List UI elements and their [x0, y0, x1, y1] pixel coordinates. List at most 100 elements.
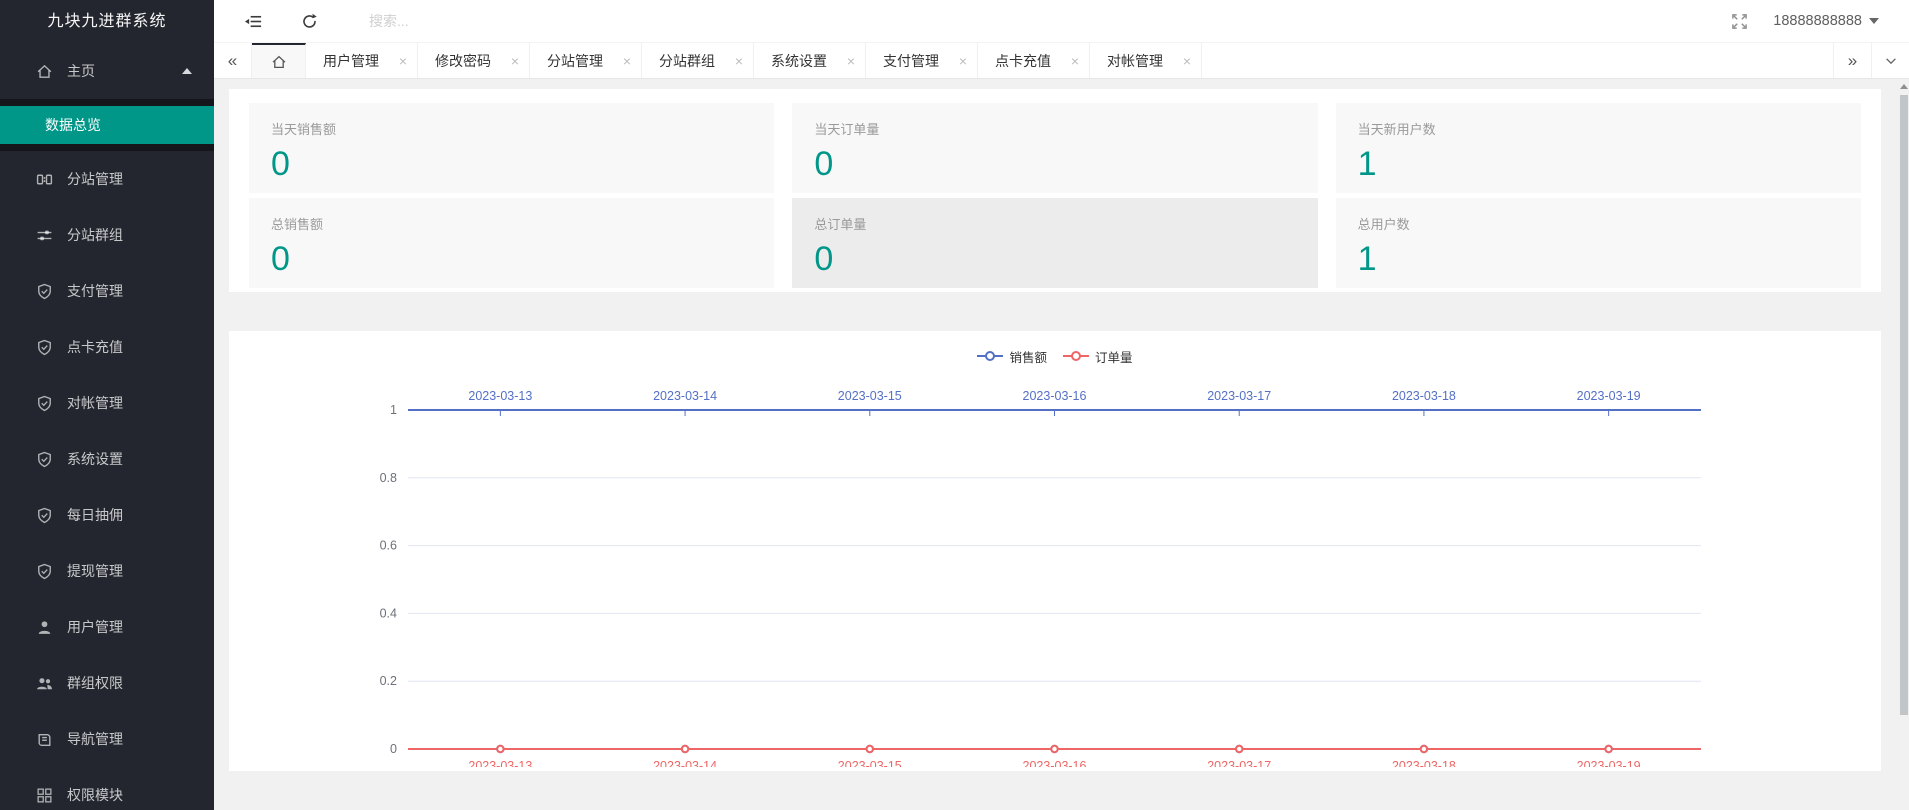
tab-label: 用户管理: [323, 52, 379, 69]
tab-list: 用户管理 × 修改密码 × 分站管理 × 分站群组 × 系统设置 × 支付管理 × 点卡充值 × 对帐管理 ×: [306, 43, 1202, 78]
bottom-x-axis-date-label: 2023-03-13: [468, 759, 532, 767]
stat-card-today-orders[interactable]: 当天订单量 0: [792, 103, 1318, 193]
tab-user-management[interactable]: 用户管理 ×: [306, 43, 418, 78]
sidebar-item-label: 主页: [67, 63, 95, 79]
sidebar-item-label: 用户管理: [67, 619, 123, 635]
sliders-icon: [36, 227, 53, 244]
sidebar-item-label: 分站管理: [67, 171, 123, 187]
sidebar-item-home[interactable]: 主页: [0, 43, 214, 99]
tab-close-icon[interactable]: ×: [959, 54, 967, 68]
chart-legend: 销售额 订单量: [229, 331, 1881, 367]
tab-close-icon[interactable]: ×: [511, 54, 519, 68]
sidebar-item-user-management[interactable]: 用户管理: [0, 599, 214, 655]
search-input[interactable]: [369, 13, 609, 29]
user-icon: [36, 619, 53, 636]
data-point-orders[interactable]: [496, 744, 505, 754]
shield-check-icon: [36, 339, 53, 356]
tab-label: 分站群组: [659, 52, 715, 69]
expanded-arrow-icon: [182, 68, 192, 74]
tabs-scroll-left-button[interactable]: «: [214, 43, 252, 78]
tab-payment-management[interactable]: 支付管理 ×: [866, 43, 978, 78]
y-axis-label: 1: [390, 403, 397, 417]
tab-close-icon[interactable]: ×: [847, 54, 855, 68]
scrollbar-up-button[interactable]: [1899, 79, 1909, 93]
data-point-orders[interactable]: [1235, 744, 1244, 754]
tab-card-recharge[interactable]: 点卡充值 ×: [978, 43, 1090, 78]
tab-substation-groups[interactable]: 分站群组 ×: [642, 43, 754, 78]
user-account-dropdown[interactable]: 18888888888: [1773, 13, 1879, 29]
data-point-orders[interactable]: [680, 744, 690, 754]
tab-substation-management[interactable]: 分站管理 ×: [530, 43, 642, 78]
refresh-button[interactable]: [289, 0, 329, 43]
tab-change-password[interactable]: 修改密码 ×: [418, 43, 530, 78]
legend-item-sales[interactable]: 销售额: [977, 347, 1047, 366]
stat-label: 当天销售额: [271, 122, 337, 137]
y-axis-label: 0.4: [380, 606, 397, 620]
scrollbar-thumb[interactable]: [1900, 95, 1908, 715]
sidebar-item-system-settings[interactable]: 系统设置: [0, 431, 214, 487]
refresh-icon: [302, 13, 317, 28]
tab-close-icon[interactable]: ×: [623, 54, 631, 68]
shield-check-icon: [36, 283, 53, 300]
tabs-scroll-right-button[interactable]: »: [1833, 43, 1871, 78]
sidebar-item-withdrawal-management[interactable]: 提现管理: [0, 543, 214, 599]
sidebar-item-label: 支付管理: [67, 283, 123, 299]
fullscreen-button[interactable]: [1719, 0, 1759, 43]
top-x-axis-date-label: 2023-03-16: [1023, 389, 1087, 403]
bottom-x-axis-date-label: 2023-03-17: [1207, 759, 1271, 767]
tab-close-icon[interactable]: ×: [735, 54, 743, 68]
sidebar-subitem-data-overview[interactable]: 数据总览: [0, 106, 214, 144]
sidebar-item-navigation-management[interactable]: 导航管理: [0, 711, 214, 767]
sales-orders-chart[interactable]: 0 0.2 0.4 0.6 0.8 1 2023-03-13 2023-03-14 2023-0…: [229, 367, 1882, 767]
data-point-orders[interactable]: [1419, 744, 1429, 754]
stat-label: 当天订单量: [814, 122, 880, 137]
sidebar-item-substation-groups[interactable]: 分站群组: [0, 207, 214, 263]
sidebar-item-label: 系统设置: [67, 451, 123, 467]
tabs-menu-button[interactable]: [1871, 43, 1909, 78]
sidebar-item-card-recharge[interactable]: 点卡充值: [0, 319, 214, 375]
tab-close-icon[interactable]: ×: [399, 54, 407, 68]
tab-close-icon[interactable]: ×: [1183, 54, 1191, 68]
tab-label: 对帐管理: [1107, 52, 1163, 69]
top-x-axis-date-label: 2023-03-18: [1392, 389, 1456, 403]
tab-reconciliation-management[interactable]: 对帐管理 ×: [1090, 43, 1202, 78]
tab-home[interactable]: [252, 43, 306, 78]
data-point-orders[interactable]: [1604, 744, 1613, 754]
sidebar-item-label: 群组权限: [67, 675, 123, 691]
vertical-scrollbar[interactable]: [1899, 79, 1909, 810]
stat-value: 1: [1357, 145, 1377, 183]
legend-label: 销售额: [1009, 350, 1047, 365]
y-axis-label: 0.2: [380, 674, 397, 688]
stat-value: 0: [814, 145, 834, 183]
stat-card-today-sales[interactable]: 当天销售额 0: [249, 103, 775, 193]
bottom-x-axis-date-label: 2023-03-16: [1023, 759, 1087, 767]
stat-card-total-users[interactable]: 总用户数 1: [1335, 198, 1861, 288]
sidebar-item-payment-management[interactable]: 支付管理: [0, 263, 214, 319]
user-phone: 18888888888: [1773, 13, 1862, 29]
legend-marker-icon: [1063, 351, 1089, 361]
tab-label: 点卡充值: [995, 52, 1051, 69]
legend-item-orders[interactable]: 订单量: [1063, 347, 1133, 366]
sidebar-item-label: 每日抽佣: [67, 507, 123, 523]
data-point-orders[interactable]: [1050, 744, 1059, 754]
collapse-sidebar-button[interactable]: [233, 0, 273, 43]
top-x-axis-date-label: 2023-03-13: [468, 389, 532, 403]
tab-system-settings[interactable]: 系统设置 ×: [754, 43, 866, 78]
top-x-axis-date-label: 2023-03-17: [1207, 389, 1271, 403]
sidebar-item-reconciliation-management[interactable]: 对帐管理: [0, 375, 214, 431]
stat-card-total-orders[interactable]: 总订单量 0: [792, 198, 1318, 288]
data-point-orders[interactable]: [865, 744, 874, 754]
tab-close-icon[interactable]: ×: [1071, 54, 1079, 68]
home-icon: [36, 63, 53, 80]
stat-card-total-sales[interactable]: 总销售额 0: [249, 198, 775, 288]
sidebar-item-permission-module[interactable]: 权限模块: [0, 767, 214, 810]
sidebar-item-substation-management[interactable]: 分站管理: [0, 151, 214, 207]
y-axis-label: 0.6: [380, 539, 397, 553]
columns-icon: [36, 171, 53, 188]
sidebar-item-daily-commission[interactable]: 每日抽佣: [0, 487, 214, 543]
stat-card-today-new-users[interactable]: 当天新用户数 1: [1335, 103, 1861, 193]
sidebar-item-group-permissions[interactable]: 群组权限: [0, 655, 214, 711]
app-title: 九块九进群系统: [47, 13, 167, 30]
stat-label: 总用户数: [1357, 217, 1410, 232]
shield-check-icon: [36, 451, 53, 468]
